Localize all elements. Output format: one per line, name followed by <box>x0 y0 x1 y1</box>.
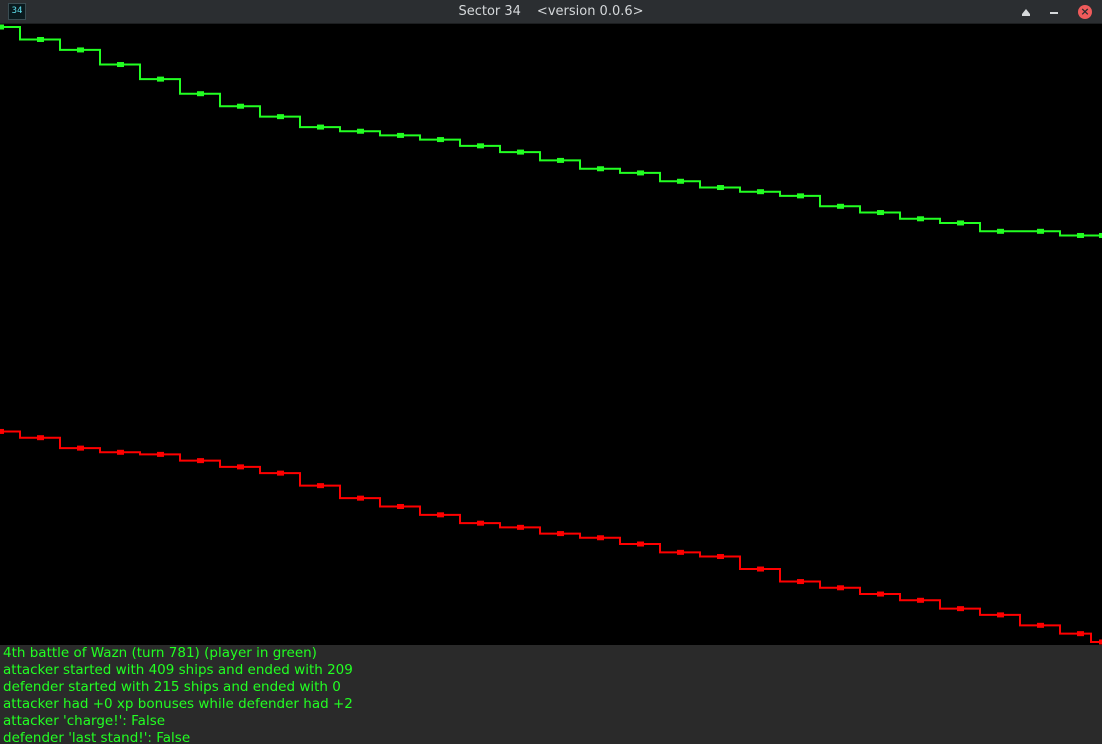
defender-point <box>77 445 84 451</box>
window-title-text: Sector 34 <box>458 4 521 19</box>
app-window: 34 Sector 34 <version 0.0.6> × 4th battle… <box>0 0 1102 744</box>
defender-point <box>117 449 124 455</box>
xp-bonus-line: attacker had +0 xp bonuses while defende… <box>3 696 353 712</box>
defender-point <box>157 451 164 457</box>
attacker-point <box>317 124 324 130</box>
attacker-point <box>997 228 1004 234</box>
defender-point <box>397 503 404 509</box>
eject-icon-bar <box>1022 14 1030 16</box>
defender-point <box>677 549 684 555</box>
minimize-icon <box>1050 12 1058 14</box>
attacker-point <box>917 216 924 222</box>
defender-point <box>877 591 884 597</box>
attacker-line <box>0 26 1102 237</box>
attacker-point <box>557 157 564 163</box>
attacker-point <box>1077 232 1084 238</box>
defender-point <box>0 428 4 434</box>
defender-point <box>717 554 724 560</box>
attacker-point <box>77 47 84 53</box>
defender-point <box>557 531 564 537</box>
defender-point <box>837 585 844 591</box>
keep-above-button[interactable] <box>1017 3 1035 21</box>
defender-point <box>197 458 204 464</box>
battle-chart-svg <box>0 24 1102 645</box>
defender-point <box>317 483 324 489</box>
defender-point <box>237 464 244 470</box>
defender-point <box>637 541 644 547</box>
defender-point <box>517 524 524 530</box>
defender-ships-line: defender started with 215 ships and ende… <box>3 679 341 695</box>
attacker-point <box>197 91 204 97</box>
close-button[interactable]: × <box>1076 3 1094 21</box>
battle-chart <box>0 24 1102 645</box>
defender-point <box>917 597 924 603</box>
attacker-point <box>797 193 804 199</box>
defender-point <box>957 606 964 612</box>
window-title: Sector 34 <version 0.0.6> <box>0 0 1102 24</box>
defender-point <box>357 495 364 501</box>
defender-point <box>477 520 484 526</box>
close-icon: × <box>1078 5 1092 19</box>
attacker-point <box>37 37 44 43</box>
defender-point <box>437 512 444 518</box>
attacker-point <box>837 203 844 209</box>
attacker-point <box>397 132 404 138</box>
attacker-point <box>957 220 964 226</box>
defender-point <box>757 566 764 572</box>
attacker-point <box>277 114 284 120</box>
attacker-point <box>677 178 684 184</box>
attacker-point <box>517 149 524 155</box>
attacker-point <box>597 166 604 172</box>
attacker-ships-line: attacker started with 409 ships and ende… <box>3 662 353 678</box>
defender-point <box>597 535 604 541</box>
attacker-point <box>877 210 884 216</box>
attacker-point <box>357 128 364 134</box>
attacker-point <box>157 76 164 82</box>
defender-series <box>0 428 1102 645</box>
defender-point <box>1037 622 1044 628</box>
title-bar[interactable]: 34 Sector 34 <version 0.0.6> × <box>0 0 1102 24</box>
attacker-point <box>477 143 484 149</box>
defender-point <box>797 579 804 585</box>
attacker-point <box>437 137 444 143</box>
version-label: <version 0.0.6> <box>536 4 644 19</box>
attacker-point <box>117 62 124 68</box>
defender-point <box>997 612 1004 618</box>
battle-title-line: 4th battle of Wazn (turn 781) (player in… <box>3 645 317 661</box>
attacker-point <box>237 103 244 109</box>
attacker-charge-line: attacker 'charge!': False <box>3 713 166 729</box>
attacker-point <box>717 185 724 191</box>
defender-line <box>0 430 1102 643</box>
minimize-button[interactable] <box>1045 3 1063 21</box>
eject-icon <box>1022 8 1030 14</box>
defender-point <box>37 435 44 441</box>
defender-point <box>1077 631 1084 637</box>
attacker-point <box>757 189 764 195</box>
defender-point <box>277 470 284 476</box>
attacker-point <box>1037 228 1044 234</box>
attacker-point <box>637 170 644 176</box>
defender-last-stand-line: defender 'last stand!': False <box>3 730 191 744</box>
attacker-series <box>0 24 1102 238</box>
battle-info-panel: 4th battle of Wazn (turn 781) (player in… <box>0 645 1102 744</box>
attacker-point <box>0 24 4 30</box>
